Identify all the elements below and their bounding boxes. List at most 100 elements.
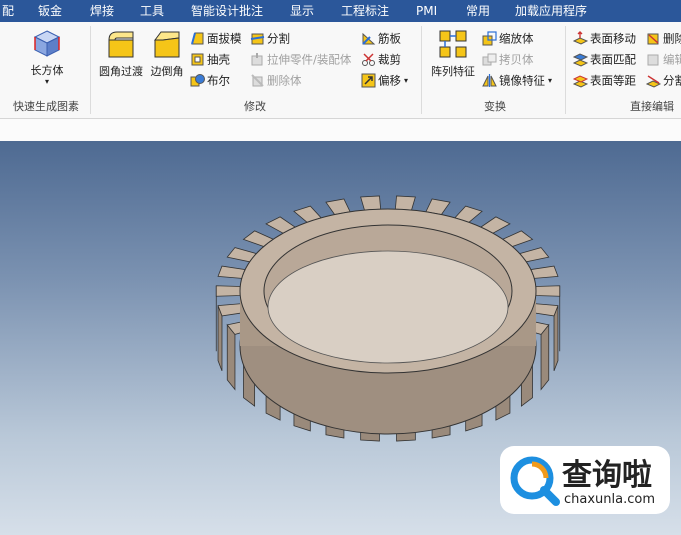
boolean-label: 布尔: [207, 73, 230, 88]
group-label-quick: 快速生成图素: [13, 100, 79, 113]
group-label-direct-edit: 直接编辑: [630, 100, 674, 113]
offset-label: 偏移: [378, 73, 401, 88]
rib-label: 筋板: [378, 31, 401, 46]
gear-tooth: [217, 265, 246, 279]
menu-item-sheetmetal[interactable]: 钣金: [38, 0, 62, 22]
fillet-icon: [108, 31, 134, 58]
copy-body-button[interactable]: 拷贝体: [482, 50, 534, 68]
edit-button[interactable]: 编辑: [646, 50, 681, 68]
scale-button[interactable]: 缩放体: [482, 29, 534, 47]
match-face-label: 表面匹配: [590, 52, 636, 67]
boolean-icon: [190, 74, 205, 87]
delete-body-button[interactable]: 删除体: [250, 71, 302, 89]
menu-item-common[interactable]: 常用: [466, 0, 490, 22]
chevron-down-icon: ▾: [548, 75, 553, 85]
menu-item-smart-annotation[interactable]: 智能设计批注: [191, 0, 263, 22]
group-separator: [90, 26, 91, 114]
delete-face-label: 删除: [663, 31, 681, 46]
split-label: 分割: [267, 31, 290, 46]
move-face-icon: [573, 31, 588, 45]
group-label-transform: 变换: [484, 100, 506, 113]
menu-item-tools[interactable]: 工具: [140, 0, 164, 22]
group-label-modify: 修改: [244, 100, 266, 113]
group-separator: [421, 26, 422, 114]
menu-item-pmi[interactable]: PMI: [416, 0, 437, 22]
chamfer-button[interactable]: 边倒角: [146, 28, 188, 79]
menu-bar: 配 钣金 焊接 工具 智能设计批注 显示 工程标注 PMI 常用 加载应用程序: [0, 0, 681, 22]
ribbon: 长方体 ▾ 快速生成图素 圆角过渡 边倒角 面拔模 抽壳 布尔 分割 拉伸零件/…: [0, 22, 681, 119]
split-face-button[interactable]: 分割: [646, 71, 681, 89]
group-separator: [565, 26, 566, 114]
edit-icon: [647, 54, 659, 66]
shell-icon: [191, 53, 204, 66]
fillet-button[interactable]: 圆角过渡: [96, 28, 146, 79]
box-icon: [33, 30, 61, 57]
pattern-icon: [439, 30, 467, 58]
fillet-label: 圆角过渡: [99, 65, 143, 78]
mirror-button[interactable]: 镜像特征 ▾: [482, 71, 552, 89]
menu-item-addins[interactable]: 加载应用程序: [515, 0, 587, 22]
offset-button[interactable]: 偏移 ▾: [361, 71, 408, 89]
box-button[interactable]: 长方体 ▾: [24, 28, 70, 86]
mirror-icon: [482, 74, 497, 87]
move-face-button[interactable]: 表面移动: [573, 29, 636, 47]
match-face-button[interactable]: 表面匹配: [573, 50, 636, 68]
copy-body-label: 拷贝体: [499, 52, 534, 67]
magnifier-logo-icon: [510, 456, 560, 506]
split-icon: [250, 33, 265, 45]
watermark: 查询啦 chaxunla.com: [500, 446, 670, 514]
gear-tooth: [360, 195, 382, 211]
chevron-down-icon: ▾: [404, 75, 409, 85]
gear-tooth: [394, 195, 416, 211]
watermark-title: 查询啦: [562, 458, 652, 493]
menu-item-engineering-annotation[interactable]: 工程标注: [341, 0, 389, 22]
move-face-label: 表面移动: [590, 31, 636, 46]
delete-face-icon: [647, 33, 659, 45]
watermark-url: chaxunla.com: [564, 492, 655, 507]
gear-tooth: [535, 285, 561, 297]
gear-tooth-side: [540, 323, 550, 391]
rib-button[interactable]: 筋板: [361, 29, 401, 47]
mirror-label: 镜像特征: [499, 73, 545, 88]
chevron-down-icon: ▾: [44, 77, 49, 86]
split-button[interactable]: 分割: [250, 29, 290, 47]
scale-label: 缩放体: [499, 31, 534, 46]
offset-face-label: 表面等距: [590, 73, 636, 88]
match-face-icon: [573, 53, 588, 67]
pattern-label: 阵列特征: [431, 65, 475, 78]
delete-body-label: 删除体: [267, 73, 302, 88]
draft-button[interactable]: 面拔模: [190, 29, 242, 47]
offset-face-button[interactable]: 表面等距: [573, 71, 636, 89]
offset-face-icon: [573, 75, 588, 88]
pattern-button[interactable]: 阵列特征: [426, 28, 480, 79]
scissors-icon: [362, 53, 375, 66]
trim-label: 裁剪: [378, 52, 401, 67]
shell-button[interactable]: 抽壳: [190, 50, 230, 68]
offset-icon: [361, 73, 376, 88]
edit-label: 编辑: [663, 52, 681, 67]
rib-icon: [362, 32, 376, 45]
stretch-icon: [251, 53, 263, 66]
chamfer-icon: [154, 31, 180, 58]
stretch-label: 拉伸零件/装配体: [267, 52, 352, 67]
gear-tooth: [215, 285, 241, 297]
menu-item-display[interactable]: 显示: [290, 0, 314, 22]
delete-face-button[interactable]: 删除: [646, 29, 681, 47]
box-label: 长方体: [30, 64, 64, 77]
draft-label: 面拔模: [207, 31, 242, 46]
stretch-button[interactable]: 拉伸零件/装配体: [250, 50, 351, 68]
gear-tooth-side: [226, 323, 236, 391]
boolean-button[interactable]: 布尔: [190, 71, 230, 89]
tab-strip: [0, 119, 681, 141]
split-face-label: 分割: [663, 73, 681, 88]
gear-tooth: [530, 265, 559, 279]
menu-item-welding[interactable]: 焊接: [90, 0, 114, 22]
trim-button[interactable]: 裁剪: [361, 50, 401, 68]
split-face-icon: [646, 75, 661, 88]
copy-icon: [482, 53, 497, 66]
shell-label: 抽壳: [207, 52, 230, 67]
gear-bore-opening: [267, 250, 509, 364]
menu-item-assembly[interactable]: 配: [2, 0, 14, 22]
draft-icon: [191, 32, 204, 45]
scale-icon: [482, 31, 497, 46]
